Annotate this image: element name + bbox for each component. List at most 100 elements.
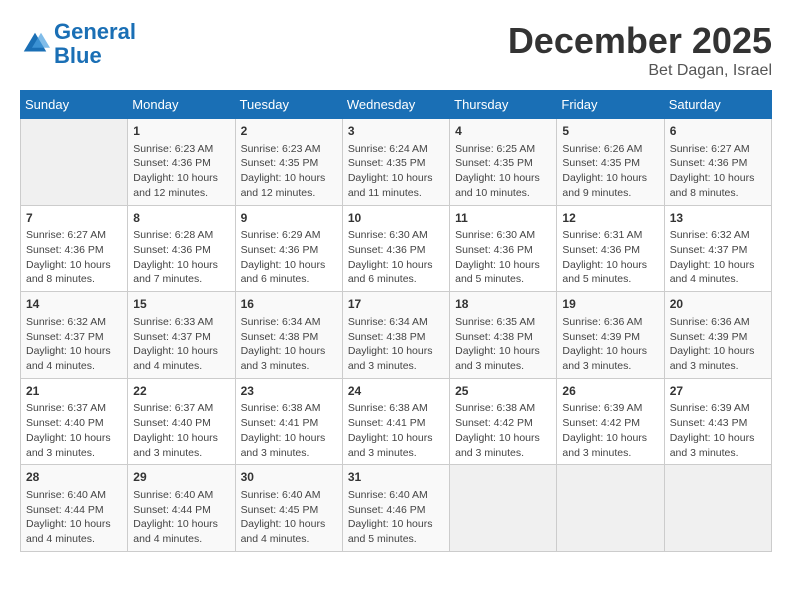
day-number: 23: [241, 383, 337, 400]
cell-info: Sunrise: 6:33 AM Sunset: 4:37 PM Dayligh…: [133, 315, 229, 374]
calendar-cell: 22Sunrise: 6:37 AM Sunset: 4:40 PM Dayli…: [128, 378, 235, 465]
calendar-cell: 30 Sunrise: 6:40 AM Sunset: 4:45 PM Dayli…: [235, 465, 342, 552]
logo-text: General Blue: [54, 20, 136, 68]
day-number: 5: [562, 123, 658, 140]
day-number: 21: [26, 383, 122, 400]
week-row-2: 7Sunrise: 6:27 AM Sunset: 4:36 PM Daylig…: [21, 205, 772, 292]
day-number: 29: [133, 469, 229, 486]
calendar-cell: 12Sunrise: 6:31 AM Sunset: 4:36 PM Dayli…: [557, 205, 664, 292]
location: Bet Dagan, Israel: [508, 62, 772, 80]
col-header-wednesday: Wednesday: [342, 91, 449, 119]
week-row-4: 21Sunrise: 6:37 AM Sunset: 4:40 PM Dayli…: [21, 378, 772, 465]
day-number: 2: [241, 123, 337, 140]
header-row: SundayMondayTuesdayWednesdayThursdayFrid…: [21, 91, 772, 119]
cell-info: Sunrise: 6:32 AM Sunset: 4:37 PM Dayligh…: [26, 315, 122, 374]
calendar-cell: [664, 465, 771, 552]
page-header: General Blue December 2025 Bet Dagan, Is…: [20, 20, 772, 80]
cell-info: Sunrise: 6:28 AM Sunset: 4:36 PM Dayligh…: [133, 228, 229, 287]
day-number: 4: [455, 123, 551, 140]
title-block: December 2025 Bet Dagan, Israel: [508, 20, 772, 80]
calendar-cell: 24Sunrise: 6:38 AM Sunset: 4:41 PM Dayli…: [342, 378, 449, 465]
calendar-cell: [450, 465, 557, 552]
calendar-cell: 18Sunrise: 6:35 AM Sunset: 4:38 PM Dayli…: [450, 292, 557, 379]
cell-info: Sunrise: 6:26 AM Sunset: 4:35 PM Dayligh…: [562, 142, 658, 201]
day-number: 22: [133, 383, 229, 400]
col-header-sunday: Sunday: [21, 91, 128, 119]
cell-info: Sunrise: 6:30 AM Sunset: 4:36 PM Dayligh…: [348, 228, 444, 287]
calendar-cell: 4 Sunrise: 6:25 AM Sunset: 4:35 PM Daylig…: [450, 119, 557, 206]
cell-info: Sunrise: 6:36 AM Sunset: 4:39 PM Dayligh…: [562, 315, 658, 374]
cell-info: Sunrise: 6:37 AM Sunset: 4:40 PM Dayligh…: [26, 401, 122, 460]
calendar-cell: 14 Sunrise: 6:32 AM Sunset: 4:37 PM Dayli…: [21, 292, 128, 379]
cell-info: Sunrise: 6:36 AM Sunset: 4:39 PM Dayligh…: [670, 315, 766, 374]
cell-info: Sunrise: 6:27 AM Sunset: 4:36 PM Dayligh…: [26, 228, 122, 287]
day-number: 11: [455, 210, 551, 227]
col-header-tuesday: Tuesday: [235, 91, 342, 119]
cell-info: Sunrise: 6:38 AM Sunset: 4:41 PM Dayligh…: [241, 401, 337, 460]
calendar-cell: 31 Sunrise: 6:40 AM Sunset: 4:46 PM Dayli…: [342, 465, 449, 552]
day-number: 30: [241, 469, 337, 486]
day-number: 16: [241, 296, 337, 313]
calendar-cell: 20 Sunrise: 6:36 AM Sunset: 4:39 PM Dayli…: [664, 292, 771, 379]
calendar-cell: [21, 119, 128, 206]
day-number: 6: [670, 123, 766, 140]
calendar-cell: [557, 465, 664, 552]
cell-info: Sunrise: 6:38 AM Sunset: 4:42 PM Dayligh…: [455, 401, 551, 460]
calendar-cell: 3Sunrise: 6:24 AM Sunset: 4:35 PM Daylig…: [342, 119, 449, 206]
cell-info: Sunrise: 6:40 AM Sunset: 4:46 PM Dayligh…: [348, 488, 444, 547]
calendar-cell: 7Sunrise: 6:27 AM Sunset: 4:36 PM Daylig…: [21, 205, 128, 292]
logo: General Blue: [20, 20, 136, 68]
cell-info: Sunrise: 6:40 AM Sunset: 4:44 PM Dayligh…: [133, 488, 229, 547]
cell-info: Sunrise: 6:40 AM Sunset: 4:45 PM Dayligh…: [241, 488, 337, 547]
cell-info: Sunrise: 6:39 AM Sunset: 4:43 PM Dayligh…: [670, 401, 766, 460]
calendar-cell: 11Sunrise: 6:30 AM Sunset: 4:36 PM Dayli…: [450, 205, 557, 292]
calendar-cell: 5 Sunrise: 6:26 AM Sunset: 4:35 PM Daylig…: [557, 119, 664, 206]
calendar-cell: 29 Sunrise: 6:40 AM Sunset: 4:44 PM Dayli…: [128, 465, 235, 552]
cell-info: Sunrise: 6:32 AM Sunset: 4:37 PM Dayligh…: [670, 228, 766, 287]
cell-info: Sunrise: 6:23 AM Sunset: 4:36 PM Dayligh…: [133, 142, 229, 201]
calendar-cell: 26Sunrise: 6:39 AM Sunset: 4:42 PM Dayli…: [557, 378, 664, 465]
day-number: 20: [670, 296, 766, 313]
day-number: 27: [670, 383, 766, 400]
day-number: 8: [133, 210, 229, 227]
calendar-cell: 2 Sunrise: 6:23 AM Sunset: 4:35 PM Daylig…: [235, 119, 342, 206]
col-header-saturday: Saturday: [664, 91, 771, 119]
cell-info: Sunrise: 6:25 AM Sunset: 4:35 PM Dayligh…: [455, 142, 551, 201]
day-number: 9: [241, 210, 337, 227]
cell-info: Sunrise: 6:34 AM Sunset: 4:38 PM Dayligh…: [348, 315, 444, 374]
cell-info: Sunrise: 6:40 AM Sunset: 4:44 PM Dayligh…: [26, 488, 122, 547]
day-number: 19: [562, 296, 658, 313]
cell-info: Sunrise: 6:31 AM Sunset: 4:36 PM Dayligh…: [562, 228, 658, 287]
calendar-cell: 27Sunrise: 6:39 AM Sunset: 4:43 PM Dayli…: [664, 378, 771, 465]
day-number: 14: [26, 296, 122, 313]
calendar-cell: 16Sunrise: 6:34 AM Sunset: 4:38 PM Dayli…: [235, 292, 342, 379]
week-row-3: 14 Sunrise: 6:32 AM Sunset: 4:37 PM Dayli…: [21, 292, 772, 379]
calendar-cell: 19 Sunrise: 6:36 AM Sunset: 4:39 PM Dayli…: [557, 292, 664, 379]
cell-info: Sunrise: 6:39 AM Sunset: 4:42 PM Dayligh…: [562, 401, 658, 460]
calendar-cell: 10Sunrise: 6:30 AM Sunset: 4:36 PM Dayli…: [342, 205, 449, 292]
cell-info: Sunrise: 6:23 AM Sunset: 4:35 PM Dayligh…: [241, 142, 337, 201]
day-number: 13: [670, 210, 766, 227]
calendar-cell: 9Sunrise: 6:29 AM Sunset: 4:36 PM Daylig…: [235, 205, 342, 292]
day-number: 24: [348, 383, 444, 400]
calendar-cell: 21Sunrise: 6:37 AM Sunset: 4:40 PM Dayli…: [21, 378, 128, 465]
col-header-friday: Friday: [557, 91, 664, 119]
calendar-cell: 8Sunrise: 6:28 AM Sunset: 4:36 PM Daylig…: [128, 205, 235, 292]
cell-info: Sunrise: 6:29 AM Sunset: 4:36 PM Dayligh…: [241, 228, 337, 287]
col-header-monday: Monday: [128, 91, 235, 119]
cell-info: Sunrise: 6:30 AM Sunset: 4:36 PM Dayligh…: [455, 228, 551, 287]
calendar-cell: 15Sunrise: 6:33 AM Sunset: 4:37 PM Dayli…: [128, 292, 235, 379]
day-number: 26: [562, 383, 658, 400]
cell-info: Sunrise: 6:37 AM Sunset: 4:40 PM Dayligh…: [133, 401, 229, 460]
logo-line2: Blue: [54, 43, 102, 68]
cell-info: Sunrise: 6:27 AM Sunset: 4:36 PM Dayligh…: [670, 142, 766, 201]
calendar-cell: 17 Sunrise: 6:34 AM Sunset: 4:38 PM Dayli…: [342, 292, 449, 379]
cell-info: Sunrise: 6:38 AM Sunset: 4:41 PM Dayligh…: [348, 401, 444, 460]
week-row-1: 1Sunrise: 6:23 AM Sunset: 4:36 PM Daylig…: [21, 119, 772, 206]
day-number: 17: [348, 296, 444, 313]
month-title: December 2025: [508, 20, 772, 62]
day-number: 12: [562, 210, 658, 227]
day-number: 31: [348, 469, 444, 486]
cell-info: Sunrise: 6:35 AM Sunset: 4:38 PM Dayligh…: [455, 315, 551, 374]
logo-icon: [20, 29, 50, 59]
